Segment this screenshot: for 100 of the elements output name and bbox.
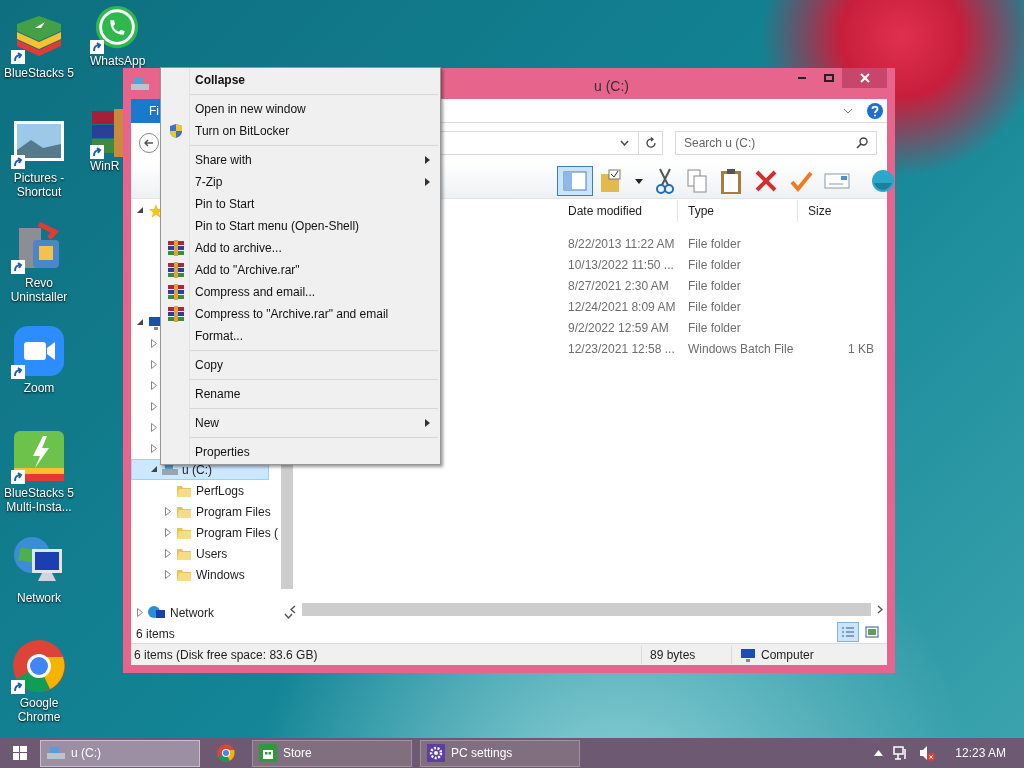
computer-icon <box>740 646 756 663</box>
close-button[interactable] <box>842 68 887 88</box>
type-cell-text: File folder <box>688 277 742 295</box>
video-camera-icon <box>13 325 65 377</box>
menu-item[interactable]: Compress and email... <box>195 283 316 301</box>
drive-icon <box>162 463 178 476</box>
menu-item[interactable]: Pin to Start <box>195 195 255 213</box>
desktop-icon-label[interactable]: Zoom <box>23 381 55 395</box>
expanded-arrow-icon[interactable] <box>136 207 144 214</box>
date-cell-text: 12/24/2021 8:09 AM <box>568 298 677 316</box>
chevron-left-icon[interactable] <box>290 605 296 614</box>
chevron-down-icon[interactable] <box>284 613 293 619</box>
desktop-icon-label[interactable]: WinR <box>90 159 120 173</box>
desktop-icon-label[interactable]: Pictures - Shortcut <box>0 171 78 199</box>
landscape-picture-icon <box>13 120 65 162</box>
menu-item[interactable]: Add to archive... <box>195 239 282 257</box>
collapsed-arrow-icon[interactable] <box>151 444 157 453</box>
layout-pane-icon[interactable] <box>557 165 593 196</box>
collapsed-arrow-icon[interactable] <box>137 608 143 617</box>
date-cell-text: 12/23/2021 12:58 ... <box>568 340 676 358</box>
date-cell-text: 9/2/2022 12:59 AM <box>568 319 670 337</box>
menu-item[interactable]: Rename <box>195 385 241 403</box>
drive-icon <box>47 746 65 760</box>
desktop-icon-label[interactable]: BlueStacks 5 Multi-Insta... <box>0 486 78 514</box>
menu-item[interactable]: Open in new window <box>195 100 306 118</box>
taskbar-button[interactable]: Store <box>252 739 412 767</box>
menu-item[interactable]: Pin to Start menu (Open-Shell) <box>195 217 360 235</box>
menu-item[interactable]: Compress to "Archive.rar" and email <box>195 305 389 323</box>
collapsed-arrow-icon[interactable] <box>151 423 157 432</box>
desktop-icon-label[interactable]: Network <box>17 591 61 605</box>
shield-icon <box>167 123 184 139</box>
collapsed-arrow-icon[interactable] <box>151 339 157 348</box>
collapsed-arrow-icon[interactable] <box>165 528 171 537</box>
search-field[interactable]: Search u (C:) <box>675 131 877 155</box>
menu-item[interactable]: Format... <box>195 327 243 345</box>
list-icon <box>841 626 855 638</box>
expanded-arrow-icon[interactable] <box>136 319 144 326</box>
chrome-logo-icon <box>217 744 235 762</box>
menu-item[interactable]: Share with <box>195 151 252 169</box>
window-title: u (C:) <box>594 77 629 96</box>
archive-books-icon <box>167 262 184 278</box>
help-icon[interactable] <box>867 102 883 119</box>
collapsed-arrow-icon[interactable] <box>165 549 171 558</box>
status-text: Computer <box>761 646 814 664</box>
settings-icon <box>427 744 445 762</box>
menu-item[interactable]: New <box>195 414 219 432</box>
close-icon <box>859 73 870 83</box>
network-icon <box>148 604 166 621</box>
archive-books-icon <box>167 284 184 300</box>
column-header[interactable]: Type <box>678 200 798 222</box>
shopping-bag-icon <box>259 744 277 762</box>
arrow-left-icon <box>144 138 154 148</box>
chevron-down-icon[interactable] <box>843 107 853 114</box>
menu-item[interactable]: Add to "Archive.rar" <box>195 261 300 279</box>
menu-item[interactable]: Turn on BitLocker <box>195 122 290 140</box>
type-cell-text: File folder <box>688 235 742 253</box>
archive-books-icon <box>167 306 184 322</box>
status-text: 89 bytes <box>641 645 731 664</box>
tree-item[interactable]: Users <box>131 543 231 564</box>
picture-icon <box>865 626 879 638</box>
muted-speaker-icon[interactable] <box>919 745 936 761</box>
desktop-icon-label[interactable]: BlueStacks 5 <box>3 66 74 80</box>
menu-item[interactable]: Properties <box>195 443 250 461</box>
lightning-tile-icon <box>13 430 65 482</box>
taskbar-button[interactable]: PC settings <box>420 739 580 767</box>
tree-item[interactable]: Program Files ( <box>131 522 281 543</box>
collapsed-arrow-icon[interactable] <box>151 360 157 369</box>
date-cell-text: 8/22/2013 11:22 AM <box>568 235 676 253</box>
column-header[interactable]: Date modified <box>558 200 678 222</box>
menu-item[interactable]: 7-Zip <box>195 173 223 191</box>
clock[interactable]: 12:23 AM <box>955 744 1006 762</box>
date-cell-text: 8/27/2021 2:30 AM <box>568 277 670 295</box>
menu-item[interactable]: Collapse <box>195 71 245 89</box>
desktop-icon-label[interactable]: Google Chrome <box>0 696 78 724</box>
tree-item[interactable]: PerfLogs <box>131 480 248 501</box>
desktop-icon-label[interactable]: WhatsApp <box>90 54 146 68</box>
drive-icon <box>131 76 149 91</box>
refresh-icon <box>644 137 657 149</box>
tree-item[interactable]: Network <box>131 602 217 623</box>
tree-item[interactable]: Windows <box>131 564 248 585</box>
column-header[interactable]: Size <box>798 200 868 222</box>
desktop-icon-label[interactable]: Revo Uninstaller <box>0 276 78 304</box>
collapsed-arrow-icon[interactable] <box>165 507 171 516</box>
collapsed-arrow-icon[interactable] <box>151 402 157 411</box>
collapsed-arrow-icon[interactable] <box>151 381 157 390</box>
tree-item[interactable]: Program Files <box>131 501 274 522</box>
archive-books-icon <box>167 240 184 256</box>
status-text: 6 items (Disk free space: 83.6 GB) <box>133 646 319 664</box>
details-view-button[interactable] <box>837 622 859 642</box>
type-cell-text: File folder <box>688 256 742 274</box>
search-icon[interactable] <box>856 137 868 149</box>
expanded-arrow-icon[interactable] <box>150 466 158 473</box>
item-count: 6 items <box>135 626 176 643</box>
chevron-down-icon[interactable] <box>620 140 629 146</box>
menu-item[interactable]: Copy <box>195 356 223 374</box>
chrome-logo-icon <box>12 639 66 693</box>
chevron-right-icon[interactable] <box>877 605 883 614</box>
collapsed-arrow-icon[interactable] <box>165 570 171 579</box>
size-cell-text: 1 KB <box>848 340 874 358</box>
chevron-up-icon[interactable] <box>874 750 884 756</box>
